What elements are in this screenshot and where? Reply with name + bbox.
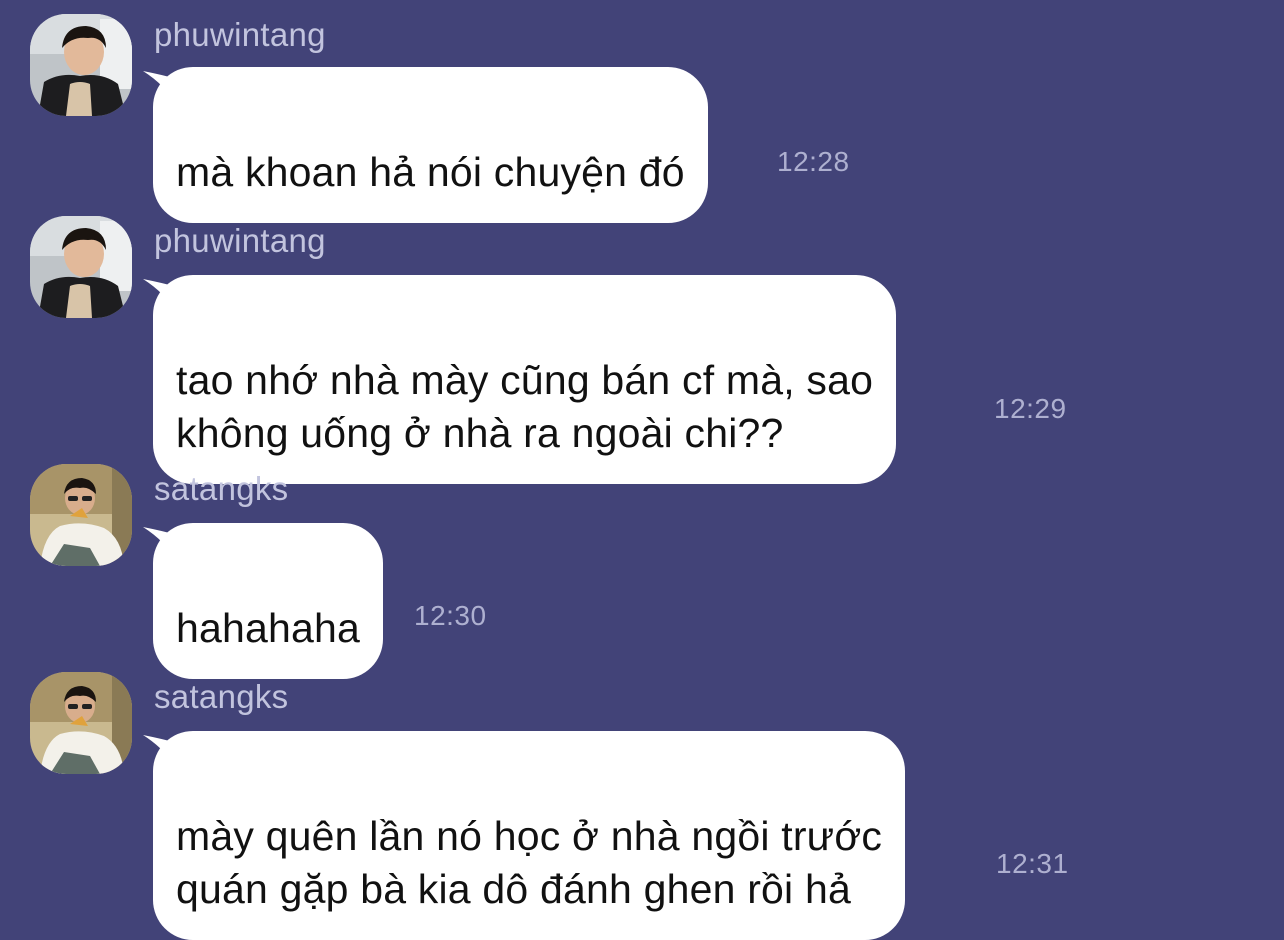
- sender-name: satangks: [154, 678, 289, 715]
- message-bubble[interactable]: mà khoan hả nói chuyện đó: [153, 67, 708, 223]
- message-text: mà khoan hả nói chuyện đó: [176, 149, 685, 195]
- avatar[interactable]: [30, 672, 132, 774]
- message-text: mày quên lần nó học ở nhà ngồi trước quá…: [176, 813, 883, 912]
- message-timestamp: 12:31: [996, 848, 1069, 879]
- message-timestamp: 12:28: [777, 146, 850, 177]
- avatar[interactable]: [30, 14, 132, 116]
- avatar[interactable]: [30, 216, 132, 318]
- avatar[interactable]: [30, 464, 132, 566]
- message-text: tao nhớ nhà mày cũng bán cf mà, sao khôn…: [176, 357, 874, 456]
- sender-name: phuwintang: [154, 222, 326, 259]
- message-bubble[interactable]: mày quên lần nó học ở nhà ngồi trước quá…: [153, 731, 906, 940]
- message-bubble[interactable]: hahahaha: [153, 523, 384, 679]
- sender-name: satangks: [154, 470, 289, 507]
- sender-name: phuwintang: [154, 16, 326, 53]
- message-timestamp: 12:29: [994, 393, 1067, 424]
- message-timestamp: 12:30: [414, 600, 487, 631]
- message-text: hahahaha: [176, 605, 361, 651]
- message-bubble[interactable]: tao nhớ nhà mày cũng bán cf mà, sao khôn…: [153, 275, 897, 484]
